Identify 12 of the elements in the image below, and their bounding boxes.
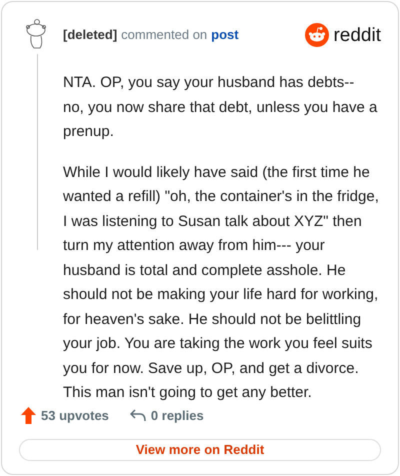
upvote-count: 53 upvotes xyxy=(41,406,109,425)
reddit-logo-icon xyxy=(305,23,330,47)
action-text: commented on xyxy=(121,27,208,42)
reply-arrow-icon[interactable] xyxy=(130,408,146,422)
reply-count: 0 replies xyxy=(150,406,204,425)
post-link[interactable]: post xyxy=(211,27,239,42)
author-name[interactable]: [deleted] xyxy=(63,27,118,42)
comment-paragraph: NTA. OP, you say your husband has debts-- no, you now share that debt, unless you have a prenup. xyxy=(63,73,378,142)
view-more-button[interactable]: View more on Reddit xyxy=(19,439,381,460)
comment-paragraph: While I would likely have said (the first time he wanted a refill) "oh, the container's in the fridge, I was listening to Susan talk about XYZ" then turn my attention away from him--- your husband is total and complete asshole. He should not be making your life hard for working, for heaven's sake. He should not be belittling your job. You are taking the work you feel suits you for now. Save up, OP, and get a divorce. This man isn't going to get any better. xyxy=(63,162,379,403)
upvote-arrow-icon[interactable] xyxy=(21,406,36,424)
brand-name: reddit xyxy=(333,26,381,44)
